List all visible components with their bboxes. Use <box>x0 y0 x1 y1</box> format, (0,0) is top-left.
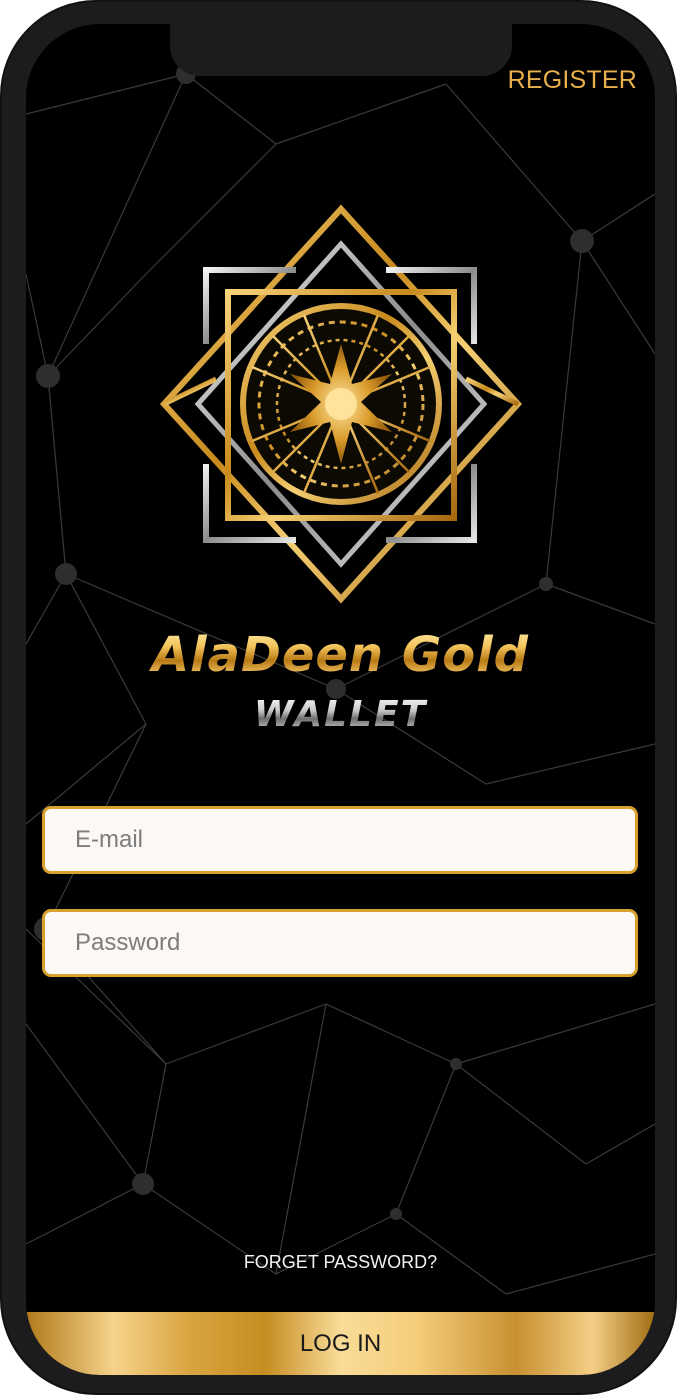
login-button[interactable]: LOG IN <box>26 1312 655 1375</box>
register-link[interactable]: REGISTER <box>508 66 637 95</box>
brand-subtitle: WALLET <box>26 694 655 735</box>
device-notch <box>170 24 512 76</box>
password-field[interactable] <box>42 909 638 977</box>
brand-title: AlaDeen Gold <box>26 627 655 683</box>
forget-password-link[interactable]: FORGET PASSWORD? <box>26 1252 655 1273</box>
app-screen: REGISTER AlaDeen Gold WALLET E-mail FORG… <box>26 24 655 1375</box>
email-field[interactable] <box>42 806 638 874</box>
aladeen-gold-logo-icon <box>159 204 523 604</box>
phone-frame: REGISTER AlaDeen Gold WALLET E-mail FORG… <box>0 0 677 1395</box>
